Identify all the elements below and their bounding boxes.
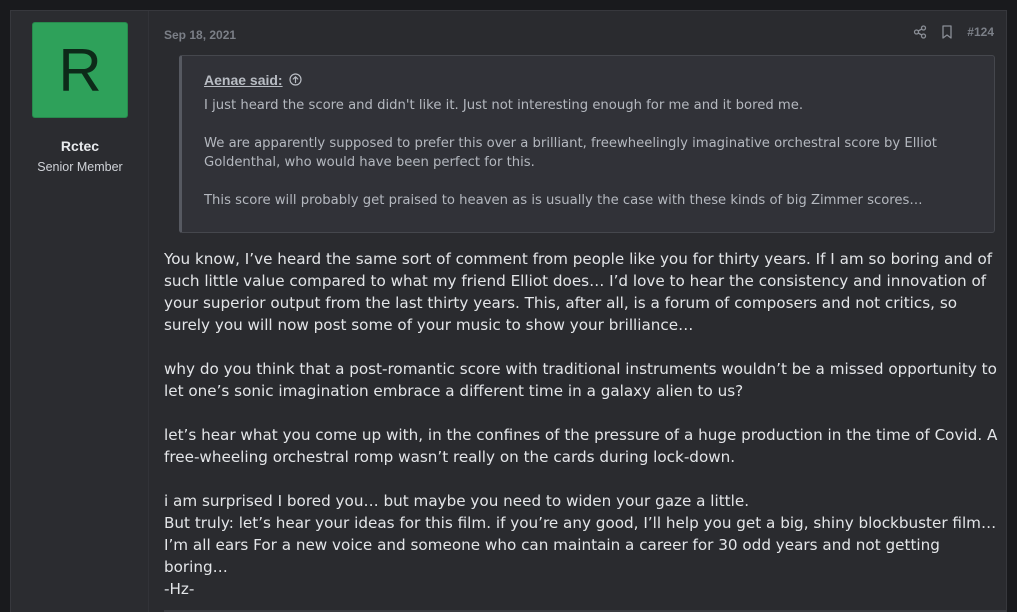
- quote-paragraph: We are apparently supposed to prefer thi…: [204, 136, 937, 170]
- message-body: You know, I’ve heard the same sort of co…: [164, 248, 1004, 600]
- arrow-up-circle-icon[interactable]: [288, 71, 302, 90]
- message-paragraph: let’s hear what you come up with, in the…: [164, 426, 998, 466]
- avatar-letter: R: [58, 37, 102, 104]
- quote-block: Aenae said: I just heard the score and d…: [179, 55, 995, 233]
- message-paragraph: But truly: let’s hear your ideas for thi…: [164, 514, 997, 576]
- bookmark-icon[interactable]: [941, 25, 953, 39]
- post-date[interactable]: Sep 18, 2021: [164, 28, 236, 42]
- message-paragraph: You know, I’ve heard the same sort of co…: [164, 250, 993, 334]
- share-icon[interactable]: [913, 25, 927, 39]
- user-sidebar: R Rctec Senior Member: [11, 11, 149, 612]
- quote-author-link[interactable]: Aenae said:: [204, 72, 283, 88]
- message-paragraph: why do you think that a post-romantic sc…: [164, 360, 997, 400]
- message-signature: -Hz-: [164, 580, 195, 598]
- quote-header: Aenae said:: [204, 70, 974, 90]
- quote-paragraph: I just heard the score and didn't like i…: [204, 98, 804, 113]
- user-title: Senior Member: [37, 160, 123, 174]
- avatar[interactable]: R: [32, 22, 128, 118]
- message-paragraph: i am surprised I bored you… but maybe yo…: [164, 492, 750, 510]
- username[interactable]: Rctec: [11, 138, 149, 154]
- post-actions: #124: [913, 25, 994, 39]
- post-number[interactable]: #124: [967, 25, 994, 39]
- quote-body: I just heard the score and didn't like i…: [204, 96, 974, 210]
- forum-post: R Rctec Senior Member Sep 18, 2021 #124 …: [10, 10, 1007, 612]
- quote-paragraph: This score will probably get praised to …: [204, 193, 923, 208]
